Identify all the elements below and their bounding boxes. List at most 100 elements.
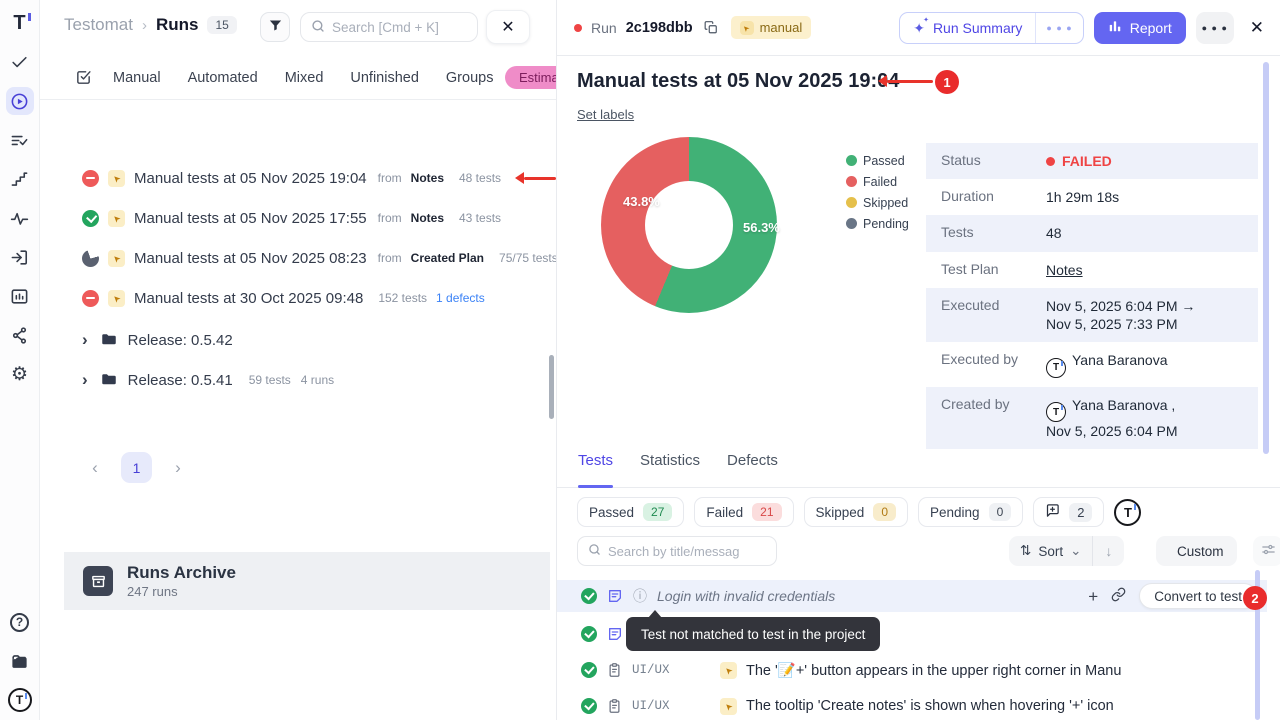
annotation-badge-2: 2: [1243, 586, 1267, 610]
release-folder-row[interactable]: › Release: 0.5.41 59 tests 4 runs: [40, 360, 556, 400]
folder-title[interactable]: Release: 0.5.42: [128, 332, 233, 349]
panel-close-button[interactable]: ✕: [486, 10, 530, 44]
columns-settings-button[interactable]: [1253, 536, 1280, 566]
copy-icon[interactable]: [704, 20, 718, 35]
run-row[interactable]: ➤ Manual tests at 05 Nov 2025 19:04 from…: [40, 158, 556, 198]
more-actions-button[interactable]: ● ● ●: [1196, 12, 1234, 44]
settings-gear-icon[interactable]: ⚙: [6, 360, 34, 388]
select-all-icon[interactable]: [75, 69, 92, 86]
run-title[interactable]: Manual tests at 05 Nov 2025 19:04: [134, 170, 367, 187]
app-logo-icon[interactable]: T: [6, 9, 34, 37]
tab-groups[interactable]: Groups: [446, 70, 494, 86]
test-row[interactable]: UI/UX ➤ The tooltip 'Create notes' is sh…: [557, 690, 1267, 720]
run-row[interactable]: ➤ Manual tests at 05 Nov 2025 17:55 from…: [40, 198, 556, 238]
archive-title[interactable]: Runs Archive: [127, 563, 236, 583]
test-title[interactable]: The '📝+' button appears in the upper rig…: [746, 662, 1121, 679]
add-icon[interactable]: +: [1088, 588, 1098, 605]
user-avatar[interactable]: T: [6, 686, 34, 714]
pagination-next-icon[interactable]: ›: [165, 458, 191, 478]
search-icon: [311, 19, 325, 36]
assignee-avatar[interactable]: T: [1114, 499, 1141, 526]
run-detail-title: Manual tests at 05 Nov 2025 19:04: [577, 70, 899, 93]
activity-pulse-icon[interactable]: [6, 204, 34, 232]
test-row[interactable]: ⓘ Login with invalid credentials + Conve…: [557, 580, 1267, 612]
convert-to-test-button[interactable]: Convert to test: [1139, 583, 1257, 609]
steps-icon[interactable]: [6, 165, 34, 193]
chart-legend: Passed Failed Skipped Pending: [846, 150, 909, 234]
tab-defects[interactable]: Defects: [727, 452, 778, 487]
annotation-badge-1: 1: [935, 70, 959, 94]
run-summary-button[interactable]: ✦✦ Run Summary: [900, 20, 1035, 36]
run-row[interactable]: ➤ Manual tests at 05 Nov 2025 08:23 from…: [40, 238, 556, 278]
tab-estimate-badge[interactable]: Estima: [505, 66, 556, 89]
tab-mixed[interactable]: Mixed: [285, 70, 324, 86]
detail-close-icon[interactable]: ✕: [1250, 18, 1264, 38]
tab-automated[interactable]: Automated: [188, 70, 258, 86]
legend-item-pending: Pending: [846, 213, 909, 234]
tests-search-input[interactable]: [608, 544, 766, 559]
detail-scrollbar[interactable]: [1263, 62, 1269, 454]
folder-title[interactable]: Release: 0.5.41: [128, 372, 233, 389]
test-title[interactable]: The tooltip 'Create notes' is shown when…: [746, 698, 1114, 714]
report-button[interactable]: Report: [1094, 12, 1186, 44]
help-icon[interactable]: ?: [6, 608, 34, 636]
breadcrumb-section[interactable]: Runs: [156, 15, 199, 35]
tab-tests[interactable]: Tests: [578, 452, 613, 487]
status-failed-icon: [82, 290, 99, 307]
pagination-prev-icon[interactable]: ‹: [82, 458, 108, 478]
manual-cursor-icon: ➤: [740, 21, 754, 35]
runs-filter-tabs: Manual Automated Mixed Unfinished Groups: [40, 56, 556, 100]
runs-search[interactable]: [300, 12, 478, 42]
tests-search[interactable]: [577, 536, 777, 566]
release-folder-row[interactable]: › Release: 0.5.42: [40, 320, 556, 360]
sort-button[interactable]: ⇅ Sort ⌄: [1009, 543, 1092, 559]
test-title[interactable]: Login with invalid credentials: [657, 588, 835, 604]
legend-dot-failed: [846, 176, 857, 187]
chip-pending[interactable]: Pending0: [918, 497, 1023, 527]
panel-divider-scrollbar[interactable]: [549, 355, 554, 419]
test-row[interactable]: UI/UX ➤ The '📝+' button appears in the u…: [557, 654, 1267, 686]
custom-view-button[interactable]: Custom: [1156, 536, 1237, 566]
run-title[interactable]: Manual tests at 30 Oct 2025 09:48: [134, 290, 363, 307]
pagination-page-1[interactable]: 1: [121, 452, 152, 483]
tab-manual[interactable]: Manual: [113, 70, 161, 86]
test-plan-link[interactable]: Notes: [1046, 261, 1083, 279]
filter-button[interactable]: [260, 12, 290, 42]
runs-header: Testomat › Runs 15 ✕: [40, 0, 556, 56]
folder-icon: [100, 370, 118, 391]
chip-failed[interactable]: Failed21: [694, 497, 793, 527]
branch-icon[interactable]: [6, 321, 34, 349]
info-row-duration: Duration 1h 29m 18s: [926, 179, 1258, 215]
tab-unfinished[interactable]: Unfinished: [350, 70, 419, 86]
chip-skipped[interactable]: Skipped0: [804, 497, 908, 527]
import-icon[interactable]: [6, 243, 34, 271]
test-plans-icon[interactable]: [6, 126, 34, 154]
folder-runs-count: 4 runs: [301, 373, 334, 387]
chevron-right-icon[interactable]: ›: [82, 370, 88, 390]
tasks-check-icon[interactable]: [6, 48, 34, 76]
runs-archive-banner[interactable]: Runs Archive 247 runs: [64, 552, 550, 610]
breadcrumb-project[interactable]: Testomat: [64, 15, 133, 35]
run-defects-link[interactable]: 1 defects: [436, 291, 485, 305]
run-summary-more-button[interactable]: ● ● ●: [1035, 13, 1082, 43]
chip-comments[interactable]: 2: [1033, 497, 1104, 527]
projects-folder-icon[interactable]: [6, 647, 34, 675]
run-title[interactable]: Manual tests at 05 Nov 2025 17:55: [134, 210, 367, 227]
reports-icon[interactable]: [6, 282, 34, 310]
test-passed-icon: [581, 698, 597, 714]
run-detail-panel: Run 2c198dbb ➤ manual ✦✦ Run Summary ● ●…: [556, 0, 1280, 720]
run-row[interactable]: ➤ Manual tests at 30 Oct 2025 09:48 152 …: [40, 278, 556, 318]
run-title[interactable]: Manual tests at 05 Nov 2025 08:23: [134, 250, 367, 267]
runs-nav-icon[interactable]: [6, 87, 34, 115]
chevron-right-icon[interactable]: ›: [82, 330, 88, 350]
tab-statistics[interactable]: Statistics: [640, 452, 700, 487]
sort-direction-button[interactable]: ↓: [1093, 543, 1124, 559]
info-row-executed: Executed Nov 5, 2025 6:04 PM →Nov 5, 202…: [926, 288, 1258, 342]
chip-passed[interactable]: Passed27: [577, 497, 684, 527]
manual-run-icon: ➤: [108, 290, 125, 307]
sliders-icon: [1261, 542, 1276, 560]
link-icon[interactable]: [1111, 587, 1126, 605]
set-labels-link[interactable]: Set labels: [577, 107, 634, 122]
folder-tests-count: 59 tests: [249, 373, 291, 387]
runs-search-input[interactable]: [332, 20, 467, 35]
